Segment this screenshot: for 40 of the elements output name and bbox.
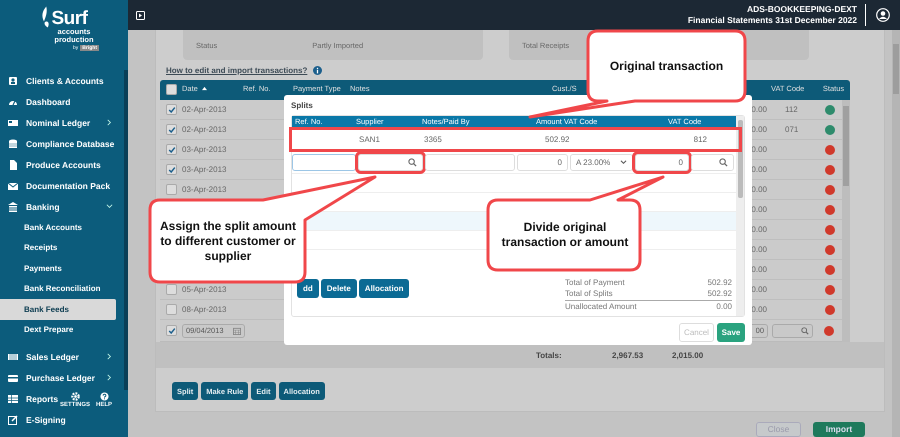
total-label: Unallocated Amount (565, 302, 637, 311)
amount-cell-text: 0.00 (750, 205, 767, 214)
date-cell-text: 02-Apr-2013 (182, 105, 228, 114)
amount-cell-text: 0.00 (750, 165, 767, 174)
date-cell-text: 03-Apr-2013 (182, 185, 228, 194)
date-cell-text: 03-Apr-2013 (182, 165, 228, 174)
amount-cell-text: 0.00 (750, 245, 767, 254)
date-cell-text: 08-Apr-2013 (182, 305, 228, 314)
logo-wordmark: Surf (52, 10, 88, 28)
date-cell-text: 03-Apr-2013 (182, 145, 228, 154)
total-value: 2,015.00 (672, 350, 704, 360)
total-value: 502.92 (708, 278, 732, 287)
amount-cell-text: 0.00 (750, 145, 767, 154)
amount-cell-text: 0.00 (750, 265, 767, 274)
date-cell-text: 05-Apr-2013 (182, 285, 228, 294)
amount-cell-text: 0.00 (750, 305, 767, 314)
amount-cell-text: 502.92 (545, 135, 570, 144)
dialog-title: Splits (291, 100, 314, 112)
total-value: 0.00 (716, 302, 732, 311)
client-name: ADS-BOOKKEEPING-DEXT (746, 4, 857, 15)
amount-cell-text: 0.00 (750, 125, 767, 134)
callout-text: Assign the split amount to different customer or supplier (158, 218, 297, 264)
vat-code-cell-text: 071 (784, 125, 800, 134)
supplier-cell-text: SAN1 (359, 135, 381, 144)
amount-cell-text: 0.00 (750, 185, 767, 194)
notes-cell-text: 3365 (424, 135, 443, 144)
date-cell-text: 02-Apr-2013 (182, 125, 228, 134)
total-value: 502.92 (708, 289, 732, 298)
totals-label: Totals: (536, 350, 563, 360)
total-value: 2,967.53 (612, 350, 644, 360)
total-label: Total of Splits (565, 289, 613, 298)
amount-cell-text: 0.00 (750, 285, 767, 294)
amount-cell-text: 0.00 (750, 105, 767, 114)
callout-text: Divide original transaction or amount (500, 219, 630, 251)
total-label: Total of Payment (565, 278, 625, 287)
callout-text: Original transaction (608, 58, 724, 74)
period-title: Financial Statements 31st December 2022 (688, 15, 857, 26)
vat-code-cell-text: 812 (692, 135, 707, 144)
vat-code-cell-text: 112 (784, 105, 799, 114)
amount-cell-text: 0.00 (750, 225, 767, 234)
